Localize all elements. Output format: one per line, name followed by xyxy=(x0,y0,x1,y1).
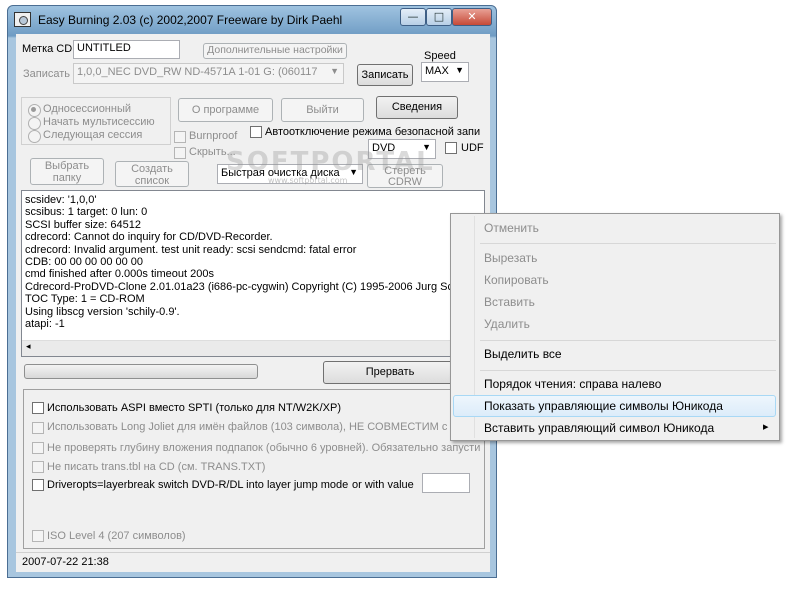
menu-separator xyxy=(480,340,776,341)
auto-off-label: Автоотключение режима безопасной запи xyxy=(265,126,481,138)
menu-item-undo[interactable]: Отменить xyxy=(484,221,539,235)
log-line: scsibus: 1 target: 0 lun: 0 xyxy=(25,206,148,219)
menu-item-insert-unicode[interactable]: Вставить управляющий символ Юникода xyxy=(484,421,714,435)
window-title: Easy Burning 2.03 (c) 2002,2007 Freeware… xyxy=(38,13,343,27)
burnproof-label: Burnproof xyxy=(189,130,238,142)
submenu-arrow-icon: ▸ xyxy=(763,420,769,433)
menu-separator xyxy=(480,370,776,371)
status-datetime: 2007-07-22 21:38 xyxy=(22,556,109,568)
progress-bar xyxy=(24,364,258,379)
chevron-down-icon: ▼ xyxy=(455,65,464,75)
radio-single-session[interactable] xyxy=(28,104,41,117)
menu-separator xyxy=(480,243,776,244)
log-line: cdrecord: Invalid argument. test unit re… xyxy=(25,243,357,256)
select-folder-button[interactable]: Выбрать папку xyxy=(30,158,104,185)
log-line: SCSI buffer size: 64512 xyxy=(25,218,141,231)
menu-item-cut[interactable]: Вырезать xyxy=(484,251,537,265)
log-line: atapi: -1 xyxy=(25,318,65,331)
radio-next-session-label: Следующая сессия xyxy=(43,129,143,141)
udf-checkbox[interactable] xyxy=(445,142,457,154)
iso-level-label: ISO Level 4 (207 символов) xyxy=(47,530,186,542)
aspi-label: Использовать ASPI вместо SPTI (только дл… xyxy=(47,402,341,414)
radio-single-session-label: Односессионный xyxy=(43,103,132,115)
joliet-checkbox[interactable] xyxy=(32,422,44,434)
maximize-button[interactable]: □ xyxy=(426,8,452,26)
driveropts-label: Driveropts=layerbreak switch DVD-R/DL in… xyxy=(47,479,349,491)
about-button[interactable]: О программе xyxy=(178,98,273,122)
hide-checkbox[interactable] xyxy=(174,147,186,159)
radio-start-multisession-label: Начать мультисессию xyxy=(43,116,155,128)
log-line: scsidev: '1,0,0' xyxy=(25,194,97,206)
menu-item-copy[interactable]: Копировать xyxy=(484,273,549,287)
menu-item-paste[interactable]: Вставить xyxy=(484,295,535,309)
log-line: cdrecord: Cannot do inquiry for CD/DVD-R… xyxy=(25,231,273,244)
speed-label: Speed xyxy=(424,50,456,62)
udf-label: UDF xyxy=(461,142,484,154)
menu-item-show-unicode[interactable]: Показать управляющие символы Юникода xyxy=(484,399,723,413)
or-with-value-label: or with value xyxy=(352,479,414,491)
drive-value: 1,0,0_NEC DVD_RW ND-4571A 1-01 G: (06011… xyxy=(77,66,318,78)
menu-item-delete[interactable]: Удалить xyxy=(484,317,530,331)
joliet-label: Использовать Long Joliet для имён файлов… xyxy=(47,421,456,433)
burnproof-checkbox[interactable] xyxy=(174,131,186,143)
layer-value-input[interactable] xyxy=(422,473,470,493)
extra-settings-button[interactable]: Дополнительные настройки xyxy=(203,43,347,59)
speed-select[interactable]: MAX ▼ xyxy=(421,62,469,82)
driveropts-checkbox[interactable] xyxy=(32,479,44,491)
write-label: Записать xyxy=(23,68,71,80)
radio-next-session[interactable] xyxy=(28,130,41,143)
speed-value: MAX xyxy=(425,65,449,77)
create-list-button[interactable]: Создать список xyxy=(115,161,189,187)
trans-label: Не писать trans.tbl на CD (см. TRANS.TXT… xyxy=(47,461,266,473)
log-lines: scsidev: '1,0,0' scsibus: 1 target: 0 lun… xyxy=(25,194,475,330)
minimize-button[interactable]: — xyxy=(400,8,426,26)
log-line: CDB: 00 00 00 00 00 00 xyxy=(25,256,144,269)
auto-off-checkbox[interactable] xyxy=(250,126,262,138)
cd-label-label: Метка CD xyxy=(22,43,73,55)
menu-item-rtl[interactable]: Порядок чтения: справа налево xyxy=(484,377,661,391)
exit-button[interactable]: Выйти xyxy=(281,98,364,122)
write-button[interactable]: Записать xyxy=(357,64,413,86)
log-output[interactable]: scsidev: '1,0,0' scsibus: 1 target: 0 lun… xyxy=(21,190,485,357)
menu-item-select-all[interactable]: Выделить все xyxy=(484,347,562,361)
log-line: Using libscg version 'schily-0.9'. xyxy=(25,305,180,318)
radio-start-multisession[interactable] xyxy=(28,117,41,130)
chevron-down-icon: ▼ xyxy=(330,66,339,76)
aspi-checkbox[interactable] xyxy=(32,402,44,414)
drive-select[interactable]: 1,0,0_NEC DVD_RW ND-4571A 1-01 G: (06011… xyxy=(73,63,344,84)
depth-label: Не проверять глубину вложения подпапок (… xyxy=(47,442,481,454)
close-button[interactable]: ✕ xyxy=(452,8,492,26)
cd-label-input[interactable]: UNTITLED xyxy=(73,40,180,59)
app-cd-icon xyxy=(14,12,31,27)
depth-checkbox[interactable] xyxy=(32,442,44,454)
watermark-url: www.softportal.com xyxy=(268,176,348,185)
log-line: cmd finished after 0.000s timeout 200s xyxy=(25,268,214,281)
iso-level-checkbox[interactable] xyxy=(32,530,44,542)
info-button[interactable]: Сведения xyxy=(376,96,458,119)
abort-button[interactable]: Прервать xyxy=(323,361,457,384)
watermark: SOFTPORTAL xyxy=(226,147,435,177)
trans-checkbox[interactable] xyxy=(32,461,44,473)
log-line: TOC Type: 1 = CD-ROM xyxy=(25,293,145,306)
log-line: Cdrecord-ProDVD-Clone 2.01.01a23 (i686-p… xyxy=(25,280,475,293)
horizontal-scrollbar[interactable]: ◂ xyxy=(22,340,484,356)
scroll-left-icon[interactable]: ◂ xyxy=(26,342,31,352)
